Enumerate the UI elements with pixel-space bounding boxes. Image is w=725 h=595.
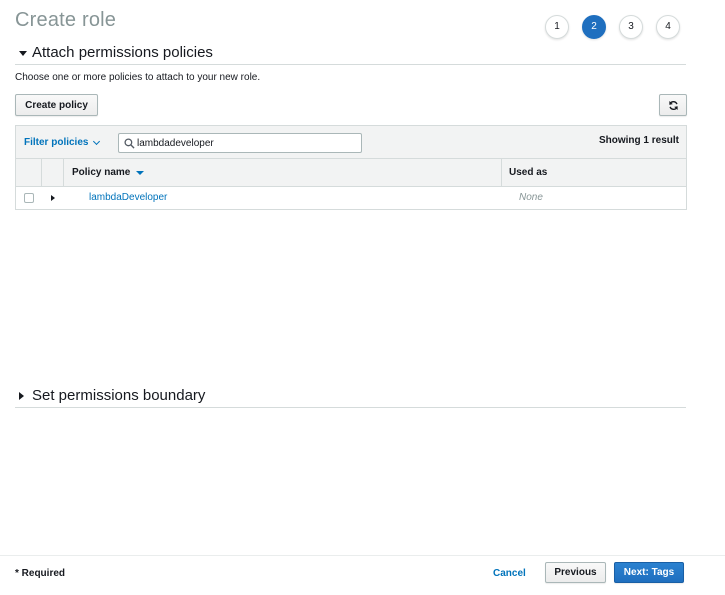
step-4: 4: [656, 15, 680, 39]
result-count: Showing 1 result: [598, 135, 679, 146]
attach-permissions-header[interactable]: Attach permissions policies: [15, 44, 686, 65]
table-row: lambdaDeveloper None: [16, 187, 686, 209]
required-note: * Required: [15, 568, 66, 579]
section-title: Attach permissions policies: [32, 44, 213, 61]
filter-policies-label: Filter policies: [24, 137, 89, 148]
search-box[interactable]: [118, 133, 362, 153]
next-tags-button[interactable]: Next: Tags: [614, 562, 684, 583]
column-header-used-as: Used as: [509, 167, 548, 178]
policy-table: Filter policies Showing 1 result Policy …: [15, 125, 687, 210]
create-policy-button[interactable]: Create policy: [15, 94, 98, 116]
row-checkbox[interactable]: [24, 193, 34, 203]
wizard-footer: * Required Cancel Previous Next: Tags: [0, 555, 725, 595]
permissions-boundary-header[interactable]: Set permissions boundary: [15, 387, 686, 408]
section-description: Choose one or more policies to attach to…: [15, 72, 261, 83]
caret-down-icon: [19, 51, 27, 56]
refresh-icon: [668, 100, 678, 110]
policy-name-link[interactable]: lambdaDeveloper: [89, 192, 167, 203]
step-3: 3: [619, 15, 643, 39]
page-title: Create role: [15, 9, 117, 31]
filter-bar: Filter policies Showing 1 result: [16, 125, 686, 159]
used-as-value: None: [519, 192, 543, 203]
filter-policies-dropdown[interactable]: Filter policies: [24, 137, 101, 148]
chevron-down-icon: [93, 137, 101, 145]
previous-button[interactable]: Previous: [545, 562, 606, 583]
column-header-policy-name[interactable]: Policy name: [72, 167, 145, 178]
search-icon: [124, 138, 135, 149]
cancel-button[interactable]: Cancel: [493, 568, 526, 579]
step-1: 1: [545, 15, 569, 39]
sort-down-icon: [136, 170, 145, 175]
expand-caret-icon[interactable]: [51, 195, 55, 201]
refresh-button[interactable]: [659, 94, 687, 116]
section-title: Set permissions boundary: [32, 387, 206, 404]
table-header-row: Policy name Used as: [16, 159, 686, 187]
search-input[interactable]: [137, 135, 355, 151]
column-header-label: Policy name: [72, 167, 131, 178]
step-2: 2: [582, 15, 606, 39]
caret-right-icon: [19, 392, 24, 400]
